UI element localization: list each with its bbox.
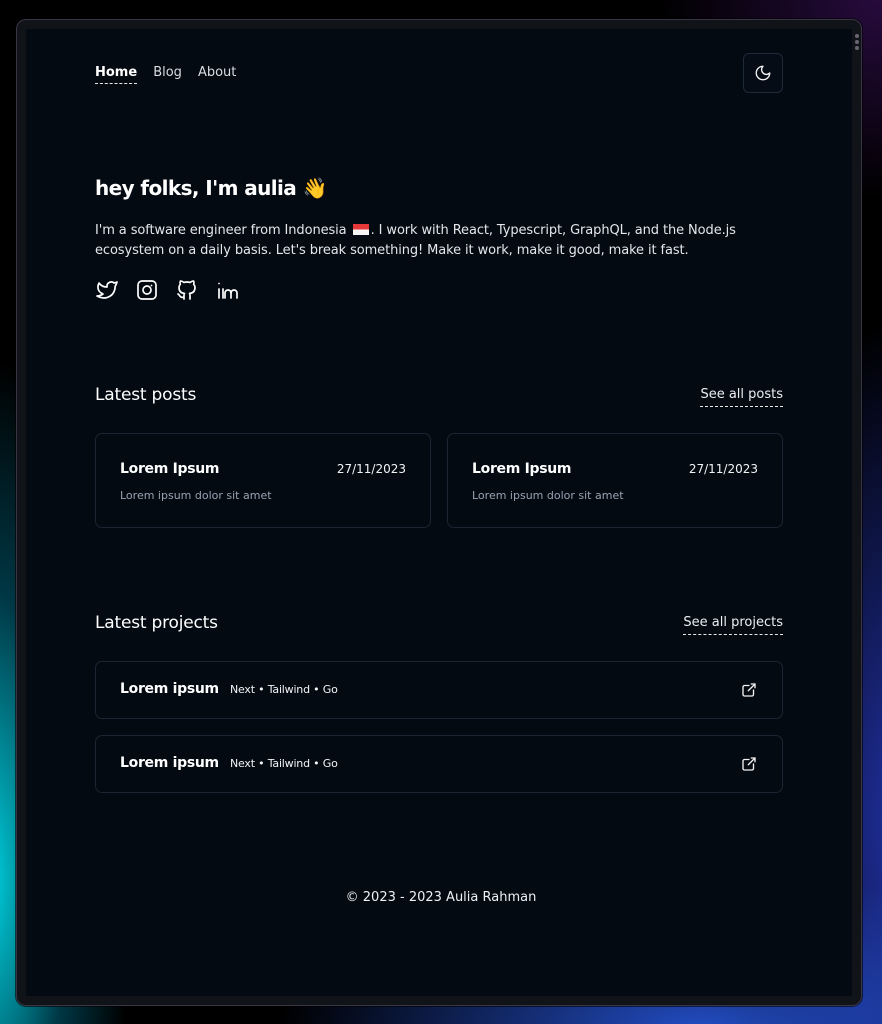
post-date: 27/11/2023 — [688, 462, 758, 476]
hero-title: hey folks, I'm aulia 👋 — [95, 176, 327, 200]
twitter-icon — [96, 281, 118, 299]
linkedin-icon — [218, 282, 238, 299]
social-links — [95, 278, 239, 302]
post-description: Lorem ipsum dolor sit amet — [472, 489, 624, 502]
github-icon — [177, 280, 196, 300]
linkedin-link[interactable] — [215, 278, 239, 302]
twitter-link[interactable] — [95, 278, 119, 302]
bio-text: I'm a software engineer from Indonesia .… — [95, 221, 755, 261]
project-card[interactable]: Lorem ipsum Next • Tailwind • Go — [95, 661, 783, 719]
project-card[interactable]: Lorem ipsum Next • Tailwind • Go — [95, 735, 783, 793]
theme-toggle-button[interactable] — [743, 53, 783, 93]
project-title: Lorem ipsum — [120, 755, 219, 771]
window-menu-handle[interactable] — [855, 34, 859, 52]
post-description: Lorem ipsum dolor sit amet — [120, 489, 272, 502]
latest-projects-heading: Latest projects — [95, 613, 218, 633]
project-tech-stack: Next • Tailwind • Go — [230, 757, 338, 770]
instagram-link[interactable] — [135, 278, 159, 302]
see-all-projects-link[interactable]: See all projects — [683, 614, 783, 635]
top-nav: Home Blog About — [95, 64, 236, 84]
bio-text-start: I'm a software engineer from Indonesia — [95, 223, 347, 238]
nav-item-blog[interactable]: Blog — [153, 64, 182, 84]
post-card[interactable]: Lorem Ipsum 27/11/2023 Lorem ipsum dolor… — [95, 433, 431, 528]
post-title: Lorem Ipsum — [472, 461, 572, 477]
post-date: 27/11/2023 — [336, 462, 406, 476]
github-link[interactable] — [175, 278, 199, 302]
instagram-icon — [137, 280, 157, 300]
external-link-icon[interactable] — [740, 681, 758, 699]
post-card[interactable]: Lorem Ipsum 27/11/2023 Lorem ipsum dolor… — [447, 433, 783, 528]
project-tech-stack: Next • Tailwind • Go — [230, 683, 338, 696]
indonesia-flag-icon — [352, 224, 369, 235]
latest-posts-heading: Latest posts — [95, 385, 197, 405]
nav-item-home[interactable]: Home — [95, 64, 138, 84]
see-all-posts-link[interactable]: See all posts — [700, 386, 783, 407]
moon-icon — [755, 65, 771, 81]
nav-item-about[interactable]: About — [198, 64, 236, 84]
footer-copyright: © 2023 - 2023 Aulia Rahman — [345, 890, 537, 905]
external-link-icon[interactable] — [740, 755, 758, 773]
project-title: Lorem ipsum — [120, 681, 219, 697]
post-title: Lorem Ipsum — [120, 461, 220, 477]
